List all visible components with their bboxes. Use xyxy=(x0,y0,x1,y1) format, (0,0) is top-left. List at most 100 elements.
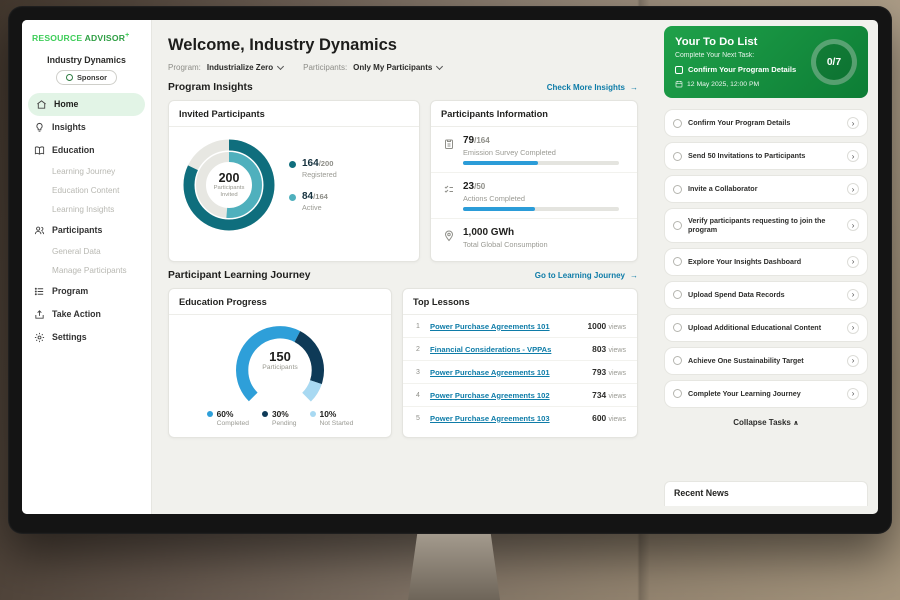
sidebar: RESOURCE ADVISOR+ Industry Dynamics Spon… xyxy=(22,20,152,514)
chevron-right-icon[interactable]: › xyxy=(847,355,859,367)
sponsor-badge-label: Sponsor xyxy=(77,73,107,82)
checkbox-icon[interactable] xyxy=(673,152,682,161)
todo-next-task[interactable]: Confirm Your Program Details xyxy=(675,65,805,74)
todo-task-list: Confirm Your Program Details › Send 50 I… xyxy=(664,109,868,413)
lesson-link[interactable]: Power Purchase Agreements 103 xyxy=(430,414,584,423)
chevron-right-icon[interactable]: › xyxy=(847,289,859,301)
sidebar-item-learning-insights[interactable]: Learning Insights xyxy=(22,200,151,219)
sidebar-item-insights[interactable]: Insights xyxy=(22,116,151,139)
calendar-icon xyxy=(675,80,683,88)
sidebar-item-general-data[interactable]: General Data xyxy=(22,242,151,261)
donut-center-label: Participants Invited xyxy=(206,185,252,200)
card-title: Participants Information xyxy=(431,101,637,127)
program-insights-cards: Invited Participants xyxy=(168,100,638,262)
todo-task[interactable]: Confirm Your Program Details › xyxy=(664,109,868,137)
checkbox-icon[interactable] xyxy=(673,119,682,128)
participants-filter-dropdown[interactable]: Only My Participants xyxy=(353,63,442,72)
sidebar-item-manage-participants[interactable]: Manage Participants xyxy=(22,261,151,280)
chevron-right-icon[interactable]: › xyxy=(847,150,859,162)
participants-filter-value: Only My Participants xyxy=(353,63,432,72)
chevron-up-icon: ∧ xyxy=(793,420,799,427)
sidebar-item-take-action[interactable]: Take Action xyxy=(22,303,151,326)
logo-advisor: ADVISOR xyxy=(85,33,126,43)
sidebar-item-education[interactable]: Education xyxy=(22,139,151,162)
nav-label: Insights xyxy=(52,122,86,132)
main-content: Welcome, Industry Dynamics Program: Indu… xyxy=(152,20,654,514)
program-filter-value: Industrialize Zero xyxy=(207,63,273,72)
checkbox-icon[interactable] xyxy=(673,221,682,230)
check-more-insights-link[interactable]: Check More Insights → xyxy=(547,83,638,92)
program-filter-dropdown[interactable]: Industrialize Zero xyxy=(207,63,283,72)
progress-bar xyxy=(463,161,619,165)
dashboard-screen: RESOURCE ADVISOR+ Industry Dynamics Spon… xyxy=(22,20,878,514)
progress-bar xyxy=(463,207,619,211)
logo-resource: RESOURCE xyxy=(32,33,82,43)
legend-not-started: 10%Not Started xyxy=(310,409,354,427)
chevron-right-icon[interactable]: › xyxy=(847,322,859,334)
donut-legend: 164/200 Registered 84/164 Active xyxy=(289,158,337,212)
sidebar-item-education-content[interactable]: Education Content xyxy=(22,181,151,200)
todo-task[interactable]: Complete Your Learning Journey › xyxy=(664,380,868,408)
sidebar-item-settings[interactable]: Settings xyxy=(22,326,151,349)
collapse-tasks-link[interactable]: Collapse Tasks ∧ xyxy=(664,413,868,431)
sidebar-item-participants[interactable]: Participants xyxy=(22,219,151,242)
checkbox-icon[interactable] xyxy=(673,290,682,299)
lesson-row: 3 Power Purchase Agreements 101 793 view… xyxy=(403,361,637,384)
checkbox-icon[interactable] xyxy=(673,356,682,365)
participants-filter-label: Participants: xyxy=(303,63,347,72)
education-gauge-chart: 150 Participants xyxy=(228,319,332,407)
survey-icon xyxy=(443,137,455,149)
go-to-learning-journey-link[interactable]: Go to Learning Journey → xyxy=(535,271,638,280)
settings-icon xyxy=(34,332,45,343)
logo-plus: + xyxy=(125,32,129,39)
todo-due-date: 12 May 2025, 12:00 PM xyxy=(675,80,805,88)
lesson-link[interactable]: Power Purchase Agreements 102 xyxy=(430,391,584,400)
todo-panel: Your To Do List Complete Your Next Task:… xyxy=(654,20,878,514)
todo-task[interactable]: Send 50 Invitations to Participants › xyxy=(664,142,868,170)
checkbox-icon[interactable] xyxy=(675,66,683,74)
chevron-right-icon[interactable]: › xyxy=(847,117,859,129)
todo-task[interactable]: Achieve One Sustainability Target › xyxy=(664,347,868,375)
sidebar-item-program[interactable]: Program xyxy=(22,280,151,303)
chevron-right-icon[interactable]: › xyxy=(847,388,859,400)
todo-task[interactable]: Upload Spend Data Records › xyxy=(664,281,868,309)
checkbox-icon[interactable] xyxy=(673,257,682,266)
chevron-right-icon[interactable]: › xyxy=(847,183,859,195)
lesson-row: 5 Power Purchase Agreements 103 600 view… xyxy=(403,407,637,429)
sidebar-item-home[interactable]: Home xyxy=(28,93,145,116)
todo-task[interactable]: Verify participants requesting to join t… xyxy=(664,208,868,243)
checkbox-icon[interactable] xyxy=(673,323,682,332)
todo-task[interactable]: Upload Additional Educational Content › xyxy=(664,314,868,342)
invited-donut-chart: 200 Participants Invited xyxy=(179,135,279,235)
recent-news-header: Recent News xyxy=(664,481,868,506)
chevron-right-icon[interactable]: › xyxy=(847,256,859,268)
chevron-right-icon[interactable]: › xyxy=(847,219,859,231)
lesson-link[interactable]: Power Purchase Agreements 101 xyxy=(430,322,580,331)
actions-completed-row: 23/50 Actions Completed xyxy=(431,173,637,219)
checkbox-icon[interactable] xyxy=(673,389,682,398)
todo-progress-count: 0/7 xyxy=(827,57,841,68)
actions-icon xyxy=(443,183,455,195)
legend-dot xyxy=(207,411,213,417)
education-progress-card: Education Progress xyxy=(168,288,392,438)
legend-registered: 164/200 Registered xyxy=(289,158,337,179)
todo-task[interactable]: Explore Your Insights Dashboard › xyxy=(664,248,868,276)
lesson-link[interactable]: Power Purchase Agreements 101 xyxy=(430,368,584,377)
home-icon xyxy=(36,99,47,110)
checkbox-icon[interactable] xyxy=(673,185,682,194)
lesson-row: 1 Power Purchase Agreements 101 1000 vie… xyxy=(403,315,637,338)
sidebar-item-learning-journey[interactable]: Learning Journey xyxy=(22,162,151,181)
gauge-legend: 60%Completed 30%Pending 10%Not Started xyxy=(207,407,354,433)
nav-label: Settings xyxy=(52,332,87,342)
sponsor-badge: Sponsor xyxy=(56,70,117,85)
todo-task[interactable]: Invite a Collaborator › xyxy=(664,175,868,203)
legend-dot xyxy=(310,411,316,417)
insights-icon xyxy=(34,122,45,133)
section-title-program-insights: Program Insights xyxy=(168,82,253,93)
app-logo: RESOURCE ADVISOR+ xyxy=(22,30,151,51)
participants-information-card: Participants Information 79/164 Emission… xyxy=(430,100,638,262)
program-icon xyxy=(34,286,45,297)
nav-label: Education xyxy=(52,145,95,155)
gauge-center-value: 150 xyxy=(228,349,332,364)
lesson-link[interactable]: Financial Considerations - VPPAs xyxy=(430,345,584,354)
